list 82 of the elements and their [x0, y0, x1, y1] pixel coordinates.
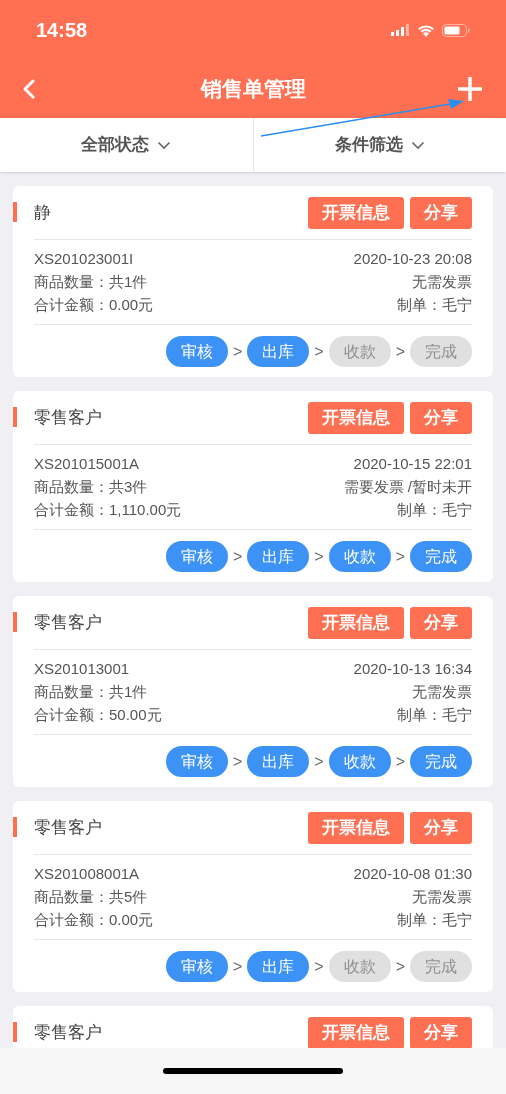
order-datetime: 2020-10-13 16:34 [353, 659, 472, 679]
step-separator: > [231, 751, 244, 772]
total-amount: 合计金额：0.00元 [34, 910, 154, 930]
step-pill: 审核 [165, 541, 228, 572]
order-maker: 制单：毛宁 [397, 295, 472, 315]
accent-bar [13, 1022, 17, 1042]
step-separator: > [231, 956, 244, 977]
total-amount: 合计金额：0.00元 [34, 295, 154, 315]
invoice-info-button[interactable]: 开票信息 [308, 197, 404, 229]
status-time: 14:58 [36, 18, 88, 43]
chevron-down-icon [157, 140, 172, 150]
share-button[interactable]: 分享 [410, 607, 472, 639]
order-maker: 制单：毛宁 [397, 500, 472, 520]
step-separator: > [231, 341, 244, 362]
step-pill: 收款 [328, 951, 391, 982]
invoice-info-button[interactable]: 开票信息 [308, 812, 404, 844]
step-pill: 收款 [328, 541, 391, 572]
invoice-info-button[interactable]: 开票信息 [308, 402, 404, 434]
total-amount: 合计金额：50.00元 [34, 705, 162, 725]
item-quantity: 商品数量：共5件 [34, 887, 148, 907]
customer-name: 零售客户 [34, 1022, 102, 1045]
step-pill: 审核 [165, 336, 228, 367]
share-button[interactable]: 分享 [410, 402, 472, 434]
accent-bar [13, 612, 17, 632]
step-pill: 完成 [410, 746, 472, 777]
share-button[interactable]: 分享 [410, 197, 472, 229]
order-datetime: 2020-10-23 20:08 [353, 249, 472, 269]
step-pill: 出库 [247, 541, 310, 572]
order-number: XS201013001 [34, 659, 130, 679]
battery-icon [442, 23, 470, 37]
share-button[interactable]: 分享 [410, 812, 472, 844]
wifi-icon [417, 23, 435, 37]
order-datetime: 2020-10-15 22:01 [353, 454, 472, 474]
add-button[interactable] [456, 75, 484, 103]
invoice-status: 需要发票 /暂时未开 [343, 477, 472, 497]
step-separator: > [394, 751, 406, 772]
page-title: 销售单管理 [200, 76, 306, 103]
order-maker: 制单：毛宁 [397, 705, 472, 725]
invoice-info-button[interactable]: 开票信息 [308, 1017, 404, 1048]
step-separator: > [394, 956, 406, 977]
invoice-info-button[interactable]: 开票信息 [308, 607, 404, 639]
share-button[interactable]: 分享 [410, 1017, 472, 1048]
step-separator: > [313, 341, 325, 362]
step-separator: > [313, 546, 325, 567]
chevron-down-icon [410, 140, 425, 150]
step-pill: 完成 [410, 336, 472, 367]
invoice-status: 无需发票 [412, 272, 472, 292]
filter-dropdown[interactable]: 条件筛选 [252, 118, 506, 172]
step-pill: 完成 [410, 541, 472, 572]
customer-name: 静 [34, 202, 51, 225]
step-separator: > [394, 341, 406, 362]
step-pill: 收款 [328, 336, 391, 367]
step-pill: 收款 [328, 746, 391, 777]
customer-name: 零售客户 [34, 407, 102, 430]
step-pill: 出库 [247, 746, 310, 777]
item-quantity: 商品数量：共3件 [34, 477, 148, 497]
step-separator: > [394, 546, 406, 567]
step-pill: 审核 [165, 951, 228, 982]
accent-bar [13, 817, 17, 837]
order-number: XS201008001A [34, 864, 140, 884]
order-datetime: 2020-10-08 01:30 [353, 864, 472, 884]
filter-dropdown[interactable]: 全部状态 [0, 118, 253, 172]
invoice-status: 无需发票 [412, 887, 472, 907]
item-quantity: 商品数量：共1件 [34, 682, 148, 702]
step-separator: > [313, 956, 325, 977]
item-quantity: 商品数量：共1件 [34, 272, 148, 292]
order-number: XS201023001I [34, 249, 134, 269]
step-pill: 出库 [247, 951, 310, 982]
order-number: XS201015001A [34, 454, 140, 474]
order-maker: 制单：毛宁 [397, 910, 472, 930]
step-pill: 出库 [247, 336, 310, 367]
customer-name: 零售客户 [34, 612, 102, 635]
invoice-status: 无需发票 [412, 682, 472, 702]
accent-bar [13, 202, 17, 222]
signal-icon [391, 24, 410, 36]
step-pill: 完成 [410, 951, 472, 982]
accent-bar [13, 407, 17, 427]
step-separator: > [313, 751, 325, 772]
customer-name: 零售客户 [34, 817, 102, 840]
step-pill: 审核 [165, 746, 228, 777]
total-amount: 合计金额：1,110.00元 [34, 500, 182, 520]
step-separator: > [231, 546, 244, 567]
